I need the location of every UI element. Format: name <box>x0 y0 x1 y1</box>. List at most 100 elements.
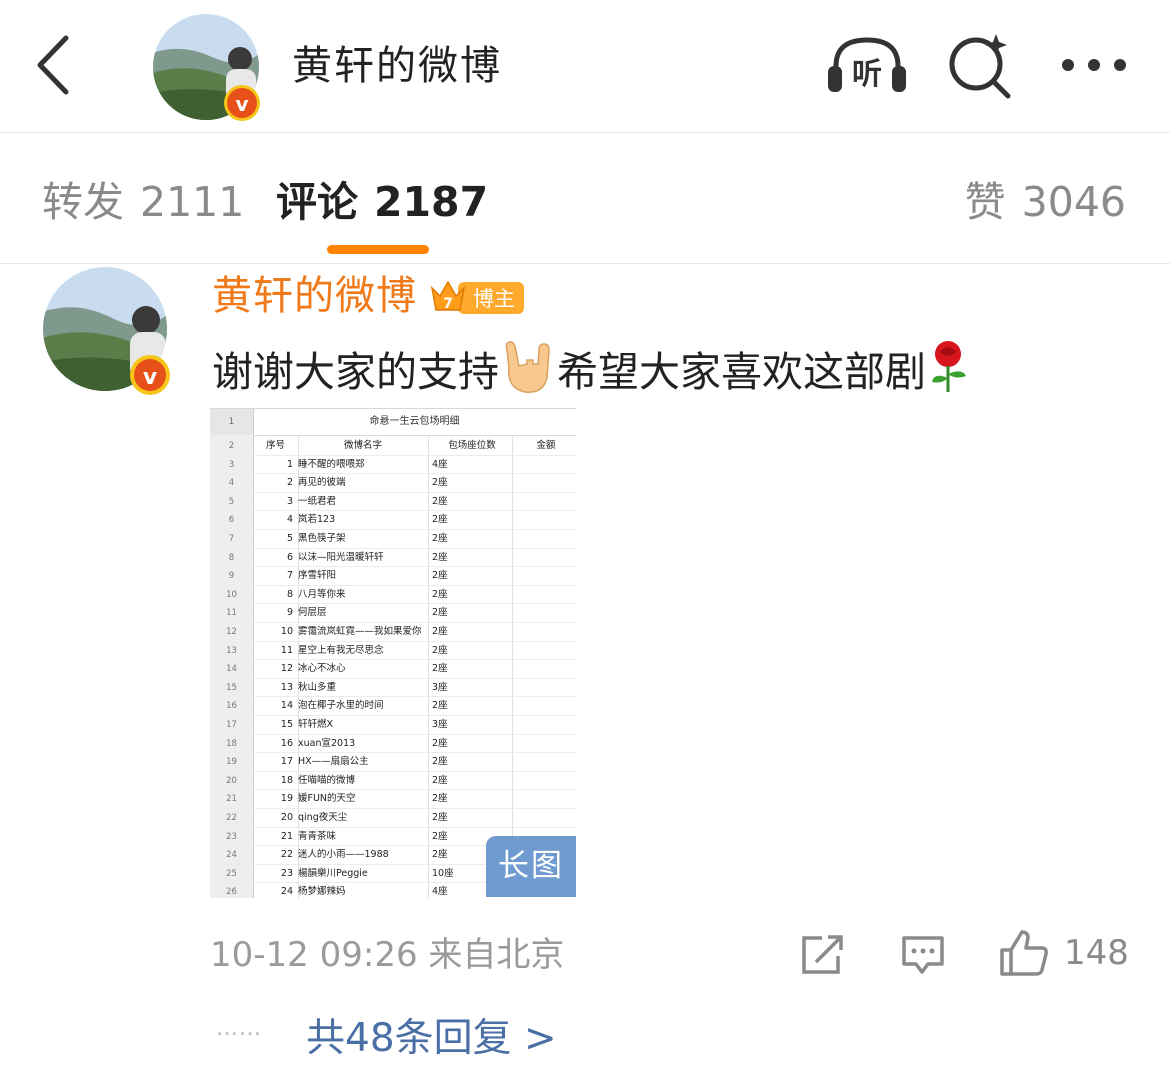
column-header: 微博名字 <box>343 440 382 451</box>
sheet-cell: 1 <box>286 458 293 470</box>
row-number: 20 <box>226 775 237 786</box>
sheet-row: 17 15 轩轩燃X 3座 <box>210 716 576 735</box>
row-number: 11 <box>226 608 237 619</box>
sheet-cell: 21 <box>280 830 293 842</box>
row-number: 8 <box>228 552 235 563</box>
row-number: 22 <box>226 813 237 823</box>
row-number: 4 <box>228 478 235 489</box>
row-number: 26 <box>226 887 237 898</box>
sheet-cell: 11 <box>280 644 293 656</box>
sheet-cell: 冰心不冰心 <box>298 663 346 675</box>
commenter-name[interactable]: 黄轩的微博 <box>212 270 417 322</box>
row-number: 3 <box>228 459 235 470</box>
sheet-cell: 2座 <box>432 570 448 582</box>
like-button[interactable]: 148 <box>998 928 1132 978</box>
row-number: 14 <box>226 664 237 675</box>
row-number: 25 <box>226 868 237 879</box>
svg-text:v: v <box>235 92 248 116</box>
sheet-row: 11 9 何层层 2座 <box>210 604 576 623</box>
tab-repost-count: 2111 <box>140 178 245 226</box>
row-number: 9 <box>228 571 235 582</box>
sheet-row: 18 16 xuan宣2013 2座 <box>210 735 576 754</box>
sheet-row: 16 14 泡在椰子水里的时间 2座 <box>210 697 576 716</box>
sheet-row: 7 5 黑色筷子架 2座 <box>210 530 576 549</box>
sheet-title: 命悬一生云包场明细 <box>253 409 576 436</box>
sheet-cell: 楊韻樂川Peggie <box>298 867 368 879</box>
verified-v-icon: v <box>222 83 262 123</box>
sheet-cell: 一纸君君 <box>298 495 337 507</box>
sheet-cell: 以沫—阳光温暖轩轩 <box>298 551 384 563</box>
tab-like-count: 3046 <box>1021 178 1126 226</box>
sheet-cell: 24 <box>280 886 293 898</box>
tab-repost-label: 转发 <box>42 178 124 226</box>
tab-repost[interactable]: 转发 2111 <box>42 175 244 229</box>
row-number: 7 <box>228 534 235 544</box>
sheet-cell: 2座 <box>432 495 448 507</box>
rock-hand-emoji <box>499 338 557 408</box>
sheet-cell: 2座 <box>432 793 448 805</box>
row-number: 19 <box>226 757 237 768</box>
view-replies-link[interactable]: 共48条回复 > <box>306 1012 557 1066</box>
sheet-cell: 7 <box>286 570 293 582</box>
sheet-cell: 2座 <box>432 607 448 619</box>
sheet-cell: 19 <box>280 793 293 805</box>
sheet-row: 14 12 冰心不冰心 2座 <box>210 660 576 679</box>
share-icon[interactable] <box>800 934 846 976</box>
sheet-cell: 5 <box>286 533 293 544</box>
sheet-cell: 4座 <box>432 458 448 470</box>
sheet-cell: 2座 <box>432 663 448 675</box>
sheet-cell: 14 <box>280 700 293 712</box>
sheet-cell: 3 <box>286 495 293 507</box>
sheet-cell: 10 <box>280 626 293 637</box>
sheet-cell: 2座 <box>432 737 448 749</box>
sheet-title-row-number: 1 <box>210 409 253 435</box>
active-tab-indicator <box>327 245 429 254</box>
comment-text-part1: 谢谢大家的支持 <box>212 348 499 396</box>
sheet-cell: qing夜天尘 <box>298 812 348 823</box>
row-number: 13 <box>226 645 237 656</box>
sheet-cell: 青青茶味 <box>298 830 337 842</box>
sheet-cell: 3座 <box>432 681 448 693</box>
sheet-row: 8 6 以沫—阳光温暖轩轩 2座 <box>210 549 576 568</box>
sheet-cell: 岚若123 <box>298 514 336 526</box>
sheet-cell: 再见的彼端 <box>298 477 346 489</box>
sheet-cell: 17 <box>280 756 293 768</box>
sheet-cell: 23 <box>280 867 293 879</box>
row-number: 24 <box>226 850 237 861</box>
badge-level: 7 <box>443 296 453 312</box>
sheet-cell: 星空上有我无尽思念 <box>298 644 384 656</box>
spreadsheet-image[interactable]: 1 命悬一生云包场明细 2 序号 微博名字 包场座位数 金额 3 1 睡不醒的喂喂郑… <box>210 408 576 898</box>
column-header: 包场座位数 <box>448 440 496 451</box>
tab-comment-label: 评论 <box>276 178 358 226</box>
rose-emoji <box>926 338 972 408</box>
tab-like[interactable]: 赞 3046 <box>965 175 1126 229</box>
sheet-cell: 2座 <box>432 533 448 544</box>
sheet-row: 10 8 八月等你来 2座 <box>210 586 576 605</box>
sheet-cell: 16 <box>280 737 293 749</box>
like-count: 148 <box>1064 933 1129 973</box>
comment-text: 谢谢大家的支持 希望大家喜欢这部剧 <box>212 338 972 408</box>
sheet-row: 4 2 再见的彼端 2座 <box>210 474 576 493</box>
row-number: 21 <box>226 794 237 805</box>
more-options-icon[interactable] <box>1056 45 1132 85</box>
reply-comment-icon[interactable] <box>900 934 946 976</box>
sheet-cell: 泡在椰子水里的时间 <box>298 700 384 712</box>
sheet-row: 22 20 qing夜天尘 2座 <box>210 809 576 828</box>
sheet-cell: 9 <box>286 607 293 619</box>
back-arrow-icon[interactable] <box>30 30 80 100</box>
sheet-cell: 迷人的小雨——1988 <box>298 849 389 861</box>
comment-timestamp-location: 10-12 09:26 来自北京 <box>210 935 565 975</box>
row-number: 2 <box>228 441 235 451</box>
sheet-cell: 6 <box>286 551 293 563</box>
tab-comment[interactable]: 评论 2187 <box>276 175 488 229</box>
sheet-cell: 15 <box>280 719 293 730</box>
search-icon[interactable] <box>944 30 1016 100</box>
listen-headphones-icon[interactable]: 听 <box>826 34 908 96</box>
comment-text-part2: 希望大家喜欢这部剧 <box>557 348 926 396</box>
sheet-row: 19 17 HX——扇扇公主 2座 <box>210 753 576 772</box>
sheet-cell: 8 <box>286 588 293 600</box>
sheet-cell: 八月等你来 <box>298 588 346 600</box>
page-title: 黄轩的微博 <box>292 43 502 89</box>
sheet-row: 5 3 一纸君君 2座 <box>210 493 576 512</box>
sheet-header-row: 2 序号 微博名字 包场座位数 金额 <box>210 437 576 456</box>
